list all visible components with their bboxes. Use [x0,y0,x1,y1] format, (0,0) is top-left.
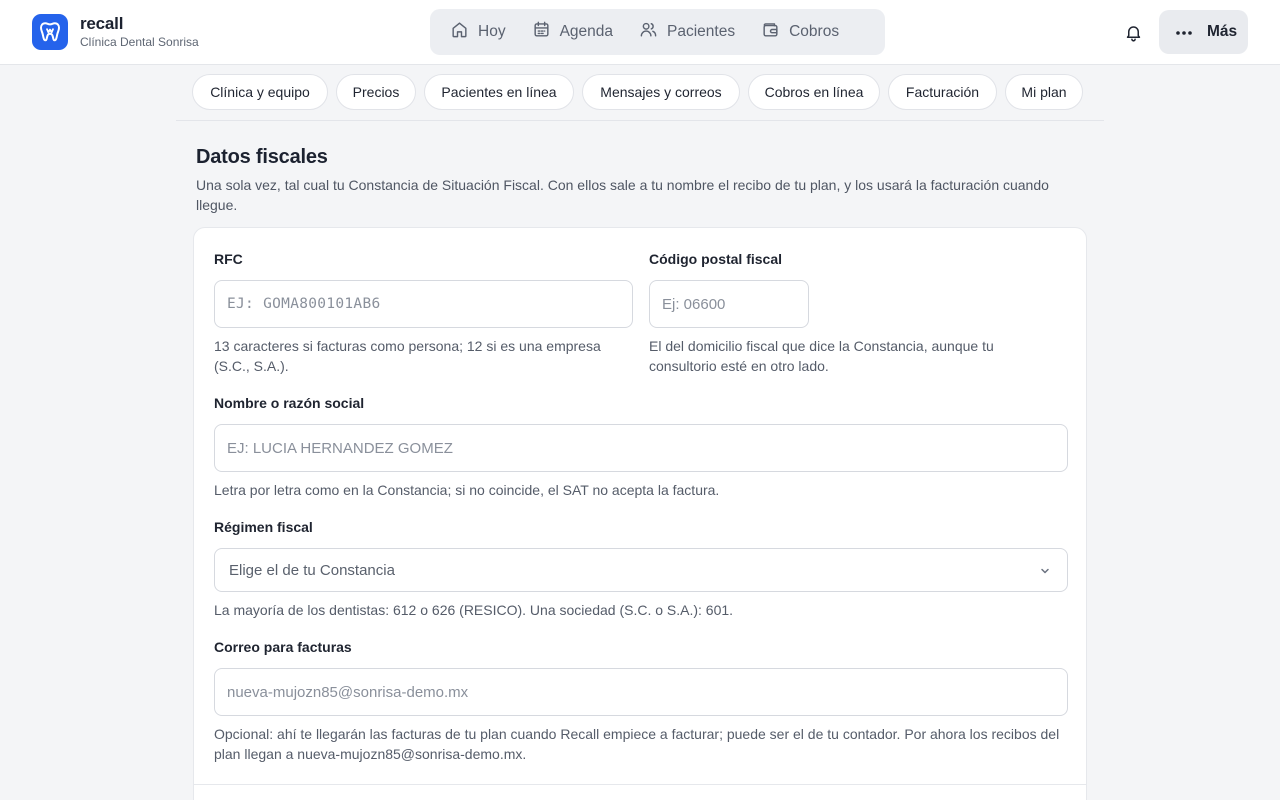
users-icon [639,20,667,44]
chevron-down-icon [1039,564,1051,581]
legal-name-input[interactable] [214,424,1068,472]
legal-name-help: Letra por letra como en la Constancia; s… [214,482,720,498]
tab-facturacion[interactable]: Facturación [888,74,997,110]
nav-item-label: Hoy [478,23,506,40]
legal-name-label: Nombre o razón social [214,395,365,411]
nav-item-cobros[interactable]: Cobros [749,14,851,50]
settings-tabs: Clínica y equipo Precios Pacientes en lí… [176,65,1104,121]
tax-regime-label: Régimen fiscal [214,519,313,535]
home-icon [450,20,478,44]
invoice-email-help: Opcional: ahí te llegarán las facturas d… [214,726,1060,762]
more-menu-button[interactable]: Más [1159,10,1248,54]
nav-item-label: Cobros [789,23,840,40]
postal-code-label: Código postal fiscal [649,251,783,267]
invoice-email-input[interactable] [214,668,1068,716]
postal-code-input[interactable] [649,280,809,328]
section-description: Una sola vez, tal cual tu Constancia de … [196,177,1049,213]
nav-item-pacientes[interactable]: Pacientes [627,14,747,50]
nav-item-hoy[interactable]: Hoy [438,14,518,50]
tab-pacientes-en-linea[interactable]: Pacientes en línea [424,74,574,110]
rfc-help: 13 caracteres si facturas como persona; … [214,338,601,374]
calendar-icon [532,20,560,44]
tax-regime-selected: Elige el de tu Constancia [229,561,395,579]
brand-name: recall [80,13,124,33]
section-title: Datos fiscales [196,146,328,168]
brand[interactable]: recall Clínica Dental Sonrisa [32,14,199,50]
invoice-email-label: Correo para facturas [214,639,352,655]
rfc-label: RFC [214,251,243,267]
card-divider [194,784,1086,785]
nav-item-agenda[interactable]: Agenda [520,14,625,50]
tab-clinica-y-equipo[interactable]: Clínica y equipo [192,74,328,110]
more-dots-icon [1175,23,1207,41]
fiscal-data-form: RFC 13 caracteres si facturas como perso… [193,227,1087,800]
wallet-icon [761,20,789,44]
nav-item-label: Agenda [559,23,614,40]
tax-regime-select[interactable]: Elige el de tu Constancia [214,548,1068,592]
tab-precios[interactable]: Precios [336,74,416,110]
tooth-logo-icon [32,14,68,50]
tab-mi-plan[interactable]: Mi plan [1005,74,1083,110]
notifications-bell-icon[interactable] [1120,19,1146,45]
top-bar: recall Clínica Dental Sonrisa Hoy Agenda… [0,0,1280,65]
more-menu-label: Más [1207,23,1238,40]
postal-code-help: El del domicilio fiscal que dice la Cons… [649,338,994,374]
main-nav: Hoy Agenda Pacientes Cobros [430,9,885,55]
clinic-name: Clínica Dental Sonrisa [80,34,199,49]
tab-cobros-en-linea[interactable]: Cobros en línea [748,74,880,110]
tab-mensajes-y-correos[interactable]: Mensajes y correos [582,74,740,110]
rfc-input[interactable] [214,280,633,328]
nav-item-label: Pacientes [667,23,736,40]
tax-regime-help: La mayoría de los dentistas: 612 o 626 (… [214,602,734,618]
